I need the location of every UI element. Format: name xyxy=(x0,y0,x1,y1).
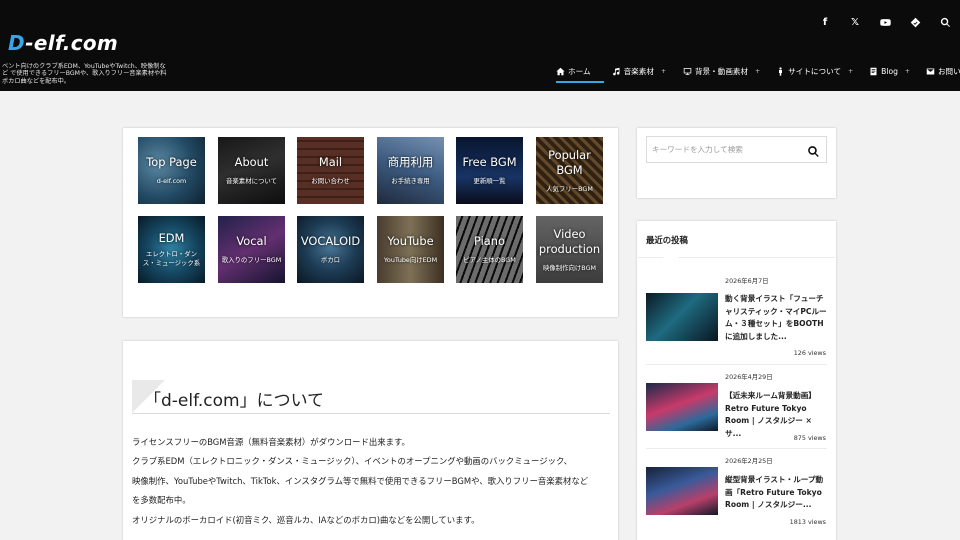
post-title[interactable]: 縦型背景イラスト・ループ動画「Retro Future Tokyo Room |… xyxy=(725,474,829,512)
nav-item-blog[interactable]: Blog + xyxy=(863,60,920,82)
tile-subtitle: d-elf.com xyxy=(156,177,187,185)
tile-edm[interactable]: EDM エレクトロ・ダンス・ミュージック系 xyxy=(138,216,205,283)
post-thumbnail[interactable] xyxy=(646,293,718,341)
tile-subtitle: お手続き専用 xyxy=(391,177,430,185)
chevron-plus-icon: + xyxy=(904,67,910,75)
site-tagline: ベント向けのクラブ系EDM、YouTubeやTwitch、映像制など で使用でき… xyxy=(2,63,167,85)
monitor-icon xyxy=(683,67,692,76)
tile-subtitle: YouTube向けEDM xyxy=(383,256,438,264)
post-date: 2026年6月7日 xyxy=(725,277,769,285)
nav-label: 背景・動画素材 xyxy=(694,66,749,76)
tile-title: YouTube xyxy=(387,234,434,248)
about-line: ライセンスフリーのBGM音源（無料音楽素材）がダウンロード出来ます。 xyxy=(132,437,410,447)
tile-title: Popular BGM xyxy=(548,147,591,177)
tile-title: 商用利用 xyxy=(387,155,434,169)
tile-subtitle: 歌入りのフリーBGM xyxy=(221,256,282,264)
tile-subtitle: 人気フリーBGM xyxy=(546,184,593,193)
youtube-icon[interactable] xyxy=(870,14,900,30)
tile-subtitle: お問い合わせ xyxy=(311,177,350,185)
about-line: 映像制作、YouTubeやTwitch、TikTok、インスタグラム等で無料で使… xyxy=(132,475,589,486)
about-line: オリジナルのボーカロイド(初音ミク、巡音ルカ、IAなどのボカロ)曲などを公開して… xyxy=(132,514,480,525)
chevron-plus-icon: + xyxy=(660,67,666,75)
tile-youtube[interactable]: YouTube YouTube向けEDM xyxy=(377,216,444,283)
search-input[interactable] xyxy=(647,137,797,162)
tile-subtitle: エレクトロ・ダンス・ミュージック系 xyxy=(142,250,201,267)
music-note-icon xyxy=(612,67,621,76)
tile-title: Video production xyxy=(538,226,601,256)
logo-letter: D xyxy=(8,31,26,55)
tile-subtitle: 更新順一覧 xyxy=(473,177,506,185)
post-thumbnail[interactable] xyxy=(646,383,718,431)
nav-label: サイトについて xyxy=(788,66,842,76)
post-thumbnail[interactable] xyxy=(646,467,718,515)
document-icon xyxy=(869,67,878,76)
nav-item-home[interactable]: ホーム xyxy=(548,60,604,83)
tile-subtitle: 映像制作向けBGM xyxy=(542,263,597,272)
tile-mail[interactable]: Mail お問い合わせ xyxy=(297,137,364,204)
post-date: 2026年4月29日 xyxy=(725,373,773,381)
post-views: 875 views xyxy=(793,434,826,442)
tile-vocaloid[interactable]: VOCALOID ボカロ xyxy=(297,216,364,283)
recent-notch xyxy=(663,257,679,265)
x-twitter-icon[interactable]: 𝕏 xyxy=(840,14,870,30)
chevron-plus-icon: + xyxy=(848,67,854,75)
search-icon[interactable] xyxy=(930,14,960,30)
about-heading: 「d-elf.com」について xyxy=(144,391,325,411)
tile-subtitle: 音楽素材について xyxy=(226,177,277,185)
tile-title: About xyxy=(234,155,269,169)
post-separator xyxy=(646,448,827,449)
nav-label: ホーム xyxy=(568,66,591,76)
envelope-icon xyxy=(926,67,935,76)
tile-free-bgm[interactable]: Free BGM 更新順一覧 xyxy=(456,137,523,204)
post-title[interactable]: 動く背景イラスト「フューチャリスティック・マイPCルーム・３種セット」をBOOT… xyxy=(725,293,829,343)
about-body: ライセンスフリーのBGM音源（無料音楽素材）がダウンロード出来ます。 クラブ系E… xyxy=(132,433,610,530)
tile-commercial-use[interactable]: 商用利用お手続き専用 xyxy=(377,137,444,204)
search-submit-icon[interactable] xyxy=(807,143,820,157)
tile-piano[interactable]: Piano ピアノ主体のBGM xyxy=(456,216,523,283)
tile-subtitle: ピアノ主体のBGM xyxy=(463,256,516,264)
site-header: D-elf.com ベント向けのクラブ系EDM、YouTubeやTwitch、映… xyxy=(0,0,960,91)
nav-label: Blog xyxy=(881,66,898,76)
tile-title: Piano xyxy=(474,234,505,248)
nav-item-background-video[interactable]: 背景・動画素材 + xyxy=(677,60,770,82)
nav-item-music[interactable]: 音楽素材 + xyxy=(604,60,677,82)
tile-title: Top Page xyxy=(146,155,197,169)
tile-vocal[interactable]: Vocal 歌入りのフリーBGM xyxy=(218,216,285,283)
search-form xyxy=(646,136,827,163)
main-nav: ホーム 音楽素材 + 背景・動画素材 + サイトについて + Blog + お問… xyxy=(548,60,960,83)
home-icon xyxy=(556,67,565,76)
tile-popular-bgm[interactable]: Popular BGM 人気フリーBGM xyxy=(536,137,603,204)
social-links: f 𝕏 xyxy=(810,14,960,30)
feedly-icon[interactable] xyxy=(900,14,930,30)
post-date: 2026年2月25日 xyxy=(725,457,773,465)
nav-item-about-site[interactable]: サイトについて + xyxy=(770,60,863,82)
post-views: 1813 views xyxy=(789,518,826,526)
about-line: クラブ系EDM（エレクトロニック・ダンス・ミュージック）、イベントのオープニング… xyxy=(132,456,572,467)
tile-title: Vocal xyxy=(236,234,267,248)
post-separator xyxy=(646,364,827,365)
tile-title: Mail xyxy=(318,155,343,169)
tile-video-production[interactable]: Video production 映像制作向けBGM xyxy=(536,216,603,283)
person-icon xyxy=(776,66,785,76)
tile-title: EDM xyxy=(158,231,185,245)
tile-subtitle: ボカロ xyxy=(320,256,341,264)
tile-top-page[interactable]: Top Page d-elf.com xyxy=(138,137,205,204)
about-line: を多数配布中。 xyxy=(132,495,191,506)
tile-title: Free BGM xyxy=(462,155,517,169)
tile-title: VOCALOID xyxy=(300,234,361,248)
site-logo[interactable]: D-elf.com xyxy=(8,31,118,55)
nav-label: 音楽素材 xyxy=(623,66,654,76)
post-views: 126 views xyxy=(793,349,826,357)
logo-text: -elf.com xyxy=(25,31,119,55)
nav-label: お問い合わせ xyxy=(937,66,960,76)
facebook-icon[interactable]: f xyxy=(810,14,840,30)
nav-item-contact[interactable]: お問い合わせ xyxy=(920,60,960,82)
heading-divider xyxy=(132,413,610,414)
recent-posts-title: 最近の投稿 xyxy=(646,235,688,245)
tile-about[interactable]: About 音楽素材について xyxy=(218,137,285,204)
post-title[interactable]: 【近未来ルーム背景動画】Retro Future Tokyo Room | ノス… xyxy=(725,390,829,440)
chevron-plus-icon: + xyxy=(755,67,761,75)
